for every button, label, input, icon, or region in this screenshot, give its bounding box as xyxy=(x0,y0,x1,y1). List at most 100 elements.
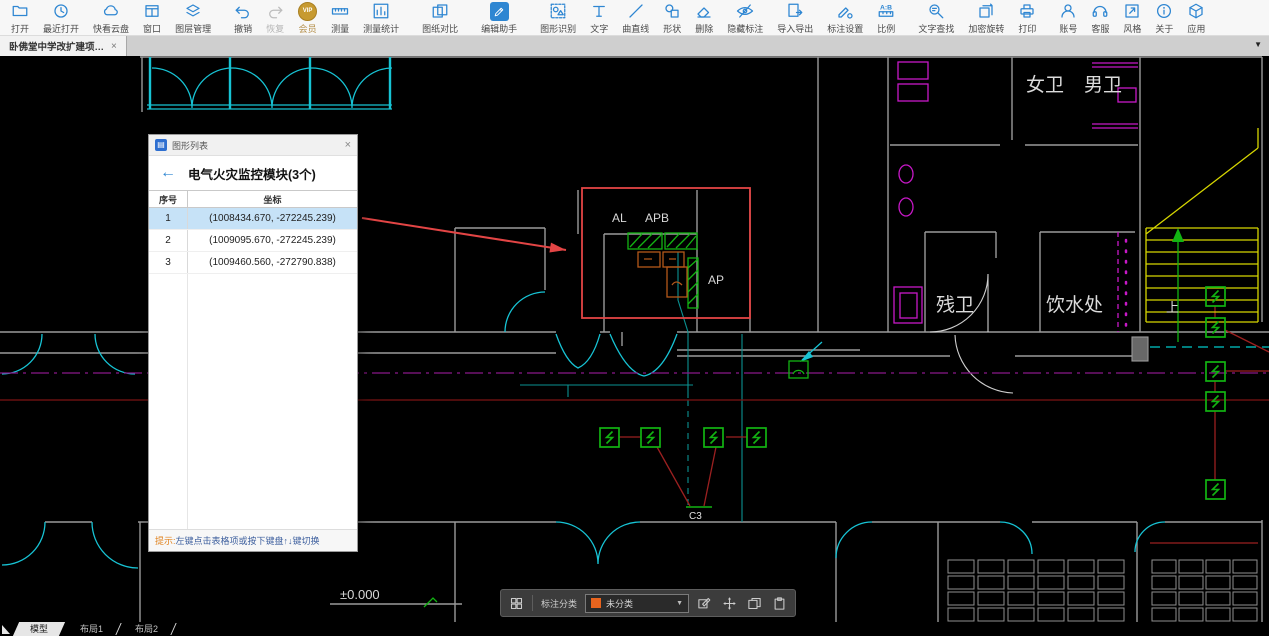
cad-viewer-app: 打开 最近打开 快看云盘 窗口 图层管理 撤销 恢复 VIP 会员 测量 测量统计 图纸对比 编辑助手图… xyxy=(0,0,1269,636)
delete-icon xyxy=(695,2,713,21)
copy-icon[interactable] xyxy=(747,596,762,611)
toolbar-button-account[interactable]: 账号 xyxy=(1052,1,1084,35)
toolbar-button-label: 形状 xyxy=(663,23,682,34)
panel-close-icon[interactable]: × xyxy=(345,139,351,151)
toolbar-group: 账号 客服 风格 关于 应用 xyxy=(1052,1,1212,35)
toolbar-button-text[interactable]: 文字 xyxy=(583,1,615,35)
vip-icon: VIP xyxy=(298,1,318,21)
measure-stats-icon xyxy=(372,2,390,21)
table-row[interactable]: 1 (1008434.670, -272245.239) xyxy=(149,208,357,230)
cloud-drive-icon xyxy=(102,2,120,21)
toolbar-button-encrypt-rotate[interactable]: 加密旋转 xyxy=(961,1,1011,35)
sheet-tab-布局2[interactable]: 布局2 xyxy=(119,622,174,636)
edit-assistant-icon xyxy=(489,1,509,21)
toolbar-button-drawing-compare[interactable]: 图纸对比 xyxy=(415,1,465,35)
toolbar-button-label: 恢复 xyxy=(266,23,285,34)
toolbar-button-style[interactable]: 风格 xyxy=(1116,1,1148,35)
detector-symbol xyxy=(1205,391,1226,412)
toolbar-collapse-icon[interactable]: ▼ xyxy=(1254,41,1262,49)
detector-symbol xyxy=(1205,317,1226,338)
about-icon xyxy=(1155,2,1173,21)
toolbar-button-window[interactable]: 窗口 xyxy=(136,1,168,35)
cad-orange-devices xyxy=(637,251,688,298)
main-toolbar: 打开 最近打开 快看云盘 窗口 图层管理 撤销 恢复 VIP 会员 测量 测量统计 图纸对比 编辑助手 图… xyxy=(0,0,1269,36)
toolbar-button-label: 编辑助手 xyxy=(481,23,518,34)
back-arrow-icon[interactable]: ← xyxy=(160,165,176,181)
toolbar-button-label: 客服 xyxy=(1091,23,1110,34)
category-grid-icon[interactable] xyxy=(509,596,524,611)
cad-label-0: 女卫 xyxy=(1026,74,1064,96)
document-tab-close-icon[interactable]: × xyxy=(111,41,117,52)
toolbar-button-label: 图层管理 xyxy=(175,23,212,34)
category-dropdown[interactable]: 未分类 ▼ xyxy=(585,593,690,613)
toolbar-button-recent-open[interactable]: 最近打开 xyxy=(36,1,86,35)
cad-green-symbols xyxy=(423,228,1184,608)
toolbar-button-delete[interactable]: 删除 xyxy=(688,1,720,35)
cad-stairs xyxy=(1145,128,1259,323)
toolbar-button-service[interactable]: 客服 xyxy=(1084,1,1116,35)
vip-icon: VIP xyxy=(298,1,318,21)
cad-label-1: 男卫 xyxy=(1084,75,1122,96)
toolbar-button-find-text[interactable]: 文字查找 xyxy=(911,1,961,35)
toolbar-button-label: 图形识别 xyxy=(540,23,577,34)
layer-manager-icon xyxy=(184,2,202,21)
toolbar-button-scale[interactable]: 比例 xyxy=(870,1,902,35)
table-row[interactable]: 2 (1009095.670, -272245.239) xyxy=(149,230,357,252)
toolbar-button-import-export[interactable]: 导入导出 xyxy=(770,1,820,35)
toolbar-button-redo[interactable]: 恢复 xyxy=(259,1,291,35)
toolbar-button-label: 比例 xyxy=(877,23,896,34)
graphics-list-panel: ▤ 图形列表 × ← 电气火灾监控模块(3个) 序号 坐标 1 (1008434.… xyxy=(148,134,358,552)
clipboard-icon[interactable] xyxy=(772,596,787,611)
toolbar-button-apps[interactable]: 应用 xyxy=(1180,1,1212,35)
panel-title-bar[interactable]: ▤ 图形列表 × xyxy=(149,135,357,156)
table-row[interactable]: 3 (1009460.560, -272790.838) xyxy=(149,252,357,274)
chevron-down-icon: ▼ xyxy=(676,599,684,607)
editbox-icon[interactable] xyxy=(697,596,712,611)
drawing-compare-icon xyxy=(431,2,449,21)
toolbar-button-label: 最近打开 xyxy=(43,23,80,34)
pointer-arrow-head xyxy=(549,242,566,253)
toolbar-button-label: 测量统计 xyxy=(363,23,400,34)
toolbar-button-line[interactable]: 曲直线 xyxy=(615,1,656,35)
line-icon xyxy=(627,2,645,21)
document-tab[interactable]: 卧佛堂中学改扩建项… × xyxy=(0,36,127,56)
toolbar-button-measure-stats[interactable]: 测量统计 xyxy=(356,1,406,35)
toolbar-button-annotation-settings[interactable]: 标注设置 xyxy=(820,1,870,35)
sheet-tab-label: 布局1 xyxy=(80,624,104,634)
toolbar-button-vip[interactable]: VIP 会员 xyxy=(291,1,324,35)
move-icon[interactable] xyxy=(722,596,737,611)
toolbar-button-measure[interactable]: 测量 xyxy=(324,1,356,35)
toolbar-button-label: 加密旋转 xyxy=(968,23,1005,34)
highlight-rectangle xyxy=(581,187,751,319)
toolbar-button-about[interactable]: 关于 xyxy=(1148,1,1180,35)
document-tab-title: 卧佛堂中学改扩建项… xyxy=(9,42,105,53)
sheet-tab-布局1[interactable]: 布局1 xyxy=(64,622,119,636)
toolbar-group: 文字查找 加密旋转 打印 xyxy=(911,1,1043,35)
redo-icon xyxy=(266,2,284,21)
toolbar-button-hide-annotation[interactable]: 隐藏标注 xyxy=(720,1,770,35)
toolbar-button-shape-recognize[interactable]: 图形识别 xyxy=(533,1,583,35)
row-index: 2 xyxy=(149,230,188,251)
detector-symbol xyxy=(746,427,767,448)
toolbar-button-shapes[interactable]: 形状 xyxy=(656,1,688,35)
toolbar-button-cloud-drive[interactable]: 快看云盘 xyxy=(86,1,136,35)
row-coordinate: (1009095.670, -272245.239) xyxy=(209,235,336,246)
sheet-scroll-corner xyxy=(0,622,14,636)
detector-symbol xyxy=(599,427,620,448)
category-dropdown-value: 未分类 xyxy=(606,598,634,609)
apps-icon xyxy=(1187,2,1205,21)
toolbar-button-layer-manager[interactable]: 图层管理 xyxy=(168,1,218,35)
toolbar-button-open[interactable]: 打开 xyxy=(4,1,36,35)
divider xyxy=(532,595,533,611)
sheet-tab-模型[interactable]: 模型 xyxy=(14,622,64,636)
toolbar-button-label: 标注设置 xyxy=(827,23,864,34)
encrypt-rotate-icon xyxy=(977,2,995,21)
toolbar-group: 打开 最近打开 快看云盘 窗口 图层管理 xyxy=(4,1,218,35)
toolbar-button-undo[interactable]: 撤销 xyxy=(227,1,259,35)
toolbar-button-print[interactable]: 打印 xyxy=(1011,1,1043,35)
toolbar-button-edit-assistant[interactable]: 编辑助手 xyxy=(474,1,524,35)
toolbar-button-label: 窗口 xyxy=(143,23,162,34)
document-tab-bar: 卧佛堂中学改扩建项… × xyxy=(0,36,1269,56)
toolbar-group: 图纸对比 xyxy=(415,1,465,35)
panel-title: 图形列表 xyxy=(172,140,209,151)
